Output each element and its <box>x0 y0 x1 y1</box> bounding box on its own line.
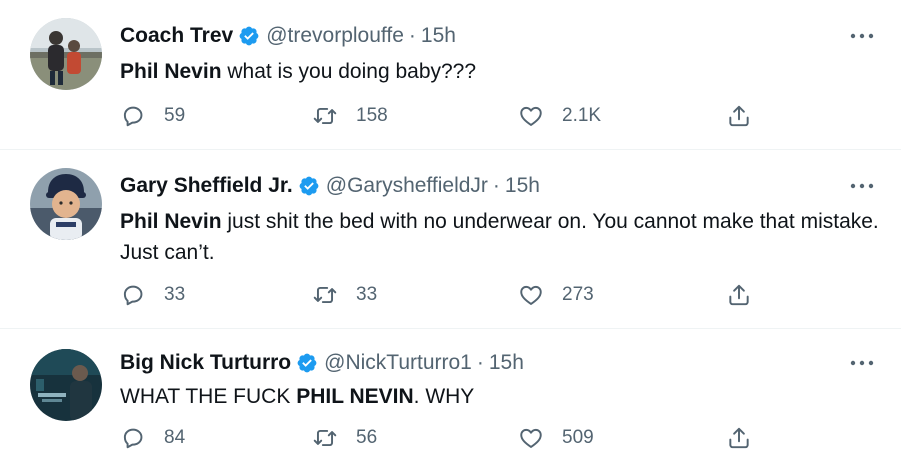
share-button[interactable] <box>726 423 752 453</box>
reply-bubble-icon <box>120 425 146 451</box>
tweet-header: Coach Trev @trevorplouffe · 15h <box>120 22 456 50</box>
tweet-text-post: . WHY <box>413 385 475 408</box>
like-button[interactable]: 2.1K <box>518 101 601 131</box>
tweet-feed: Coach Trev @trevorplouffe · 15h Phil Nev… <box>0 0 901 471</box>
mention-bold: Phil Nevin <box>120 60 222 83</box>
avatar-photo <box>30 168 102 240</box>
tweet-card[interactable]: Gary Sheffield Jr. @GarysheffieldJr · 15… <box>0 150 901 329</box>
reply-bubble-icon <box>120 282 146 308</box>
like-button[interactable]: 273 <box>518 280 594 310</box>
mention-bold: PHIL NEVIN <box>296 385 414 408</box>
tweet-header: Gary Sheffield Jr. @GarysheffieldJr · 15… <box>120 172 540 200</box>
author-handle[interactable]: @GarysheffieldJr <box>326 174 488 198</box>
tweet-text: Phil Nevin just shit the bed with no und… <box>120 206 880 268</box>
retweet-button[interactable]: 33 <box>312 280 377 310</box>
separator-dot: · <box>476 351 484 374</box>
verified-badge-icon <box>298 175 320 197</box>
tweet-actions: 59 158 2.1K <box>120 101 760 131</box>
retweet-icon <box>312 425 338 451</box>
retweet-icon <box>312 282 338 308</box>
tweet-text-rest: just shit the bed with no underwear on. … <box>120 210 879 264</box>
verified-badge-icon <box>296 352 318 374</box>
tweet-timestamp[interactable]: 15h <box>489 351 524 375</box>
reply-bubble-icon <box>120 103 146 129</box>
tweet-text: WHAT THE FUCK PHIL NEVIN. WHY <box>120 381 880 412</box>
heart-icon <box>518 282 544 308</box>
reply-count: 84 <box>164 427 186 448</box>
tweet-actions: 84 56 509 <box>120 423 760 453</box>
like-count: 2.1K <box>562 105 602 126</box>
reply-button[interactable]: 33 <box>120 280 185 310</box>
tweet-text-rest: what is you doing baby??? <box>221 60 477 83</box>
share-upload-icon <box>726 425 752 451</box>
author-name[interactable]: Big Nick Turturro <box>120 351 291 375</box>
avatar-photo <box>30 349 102 421</box>
heart-icon <box>518 103 544 129</box>
retweet-button[interactable]: 56 <box>312 423 377 453</box>
separator-dot: · <box>492 174 500 197</box>
avatar[interactable] <box>30 18 102 90</box>
share-button[interactable] <box>726 280 752 310</box>
author-handle[interactable]: @trevorplouffe <box>266 24 404 48</box>
reply-count: 59 <box>164 105 186 126</box>
retweet-count: 56 <box>356 427 378 448</box>
reply-button[interactable]: 59 <box>120 101 185 131</box>
more-dots-icon[interactable] <box>847 174 877 198</box>
separator-dot: · <box>408 24 416 47</box>
share-upload-icon <box>726 282 752 308</box>
mention-bold: Phil Nevin <box>120 210 222 233</box>
tweet-header: Big Nick Turturro @NickTurturro1 · 15h <box>120 349 524 377</box>
verified-badge-icon <box>238 25 260 47</box>
tweet-card[interactable]: Coach Trev @trevorplouffe · 15h Phil Nev… <box>0 0 901 150</box>
like-count: 509 <box>562 427 594 448</box>
share-upload-icon <box>726 103 752 129</box>
reply-count: 33 <box>164 284 186 305</box>
more-dots-icon[interactable] <box>847 351 877 375</box>
like-count: 273 <box>562 284 594 305</box>
more-dots-icon[interactable] <box>847 24 877 48</box>
avatar-photo <box>30 18 102 90</box>
tweet-text: Phil Nevin what is you doing baby??? <box>120 56 880 87</box>
like-button[interactable]: 509 <box>518 423 594 453</box>
retweet-count: 33 <box>356 284 378 305</box>
retweet-icon <box>312 103 338 129</box>
tweet-timestamp[interactable]: 15h <box>421 24 456 48</box>
retweet-count: 158 <box>356 105 388 126</box>
share-button[interactable] <box>726 101 752 131</box>
tweet-actions: 33 33 273 <box>120 280 760 310</box>
tweet-text-pre: WHAT THE FUCK <box>120 385 297 408</box>
avatar[interactable] <box>30 168 102 240</box>
author-handle[interactable]: @NickTurturro1 <box>324 351 472 375</box>
reply-button[interactable]: 84 <box>120 423 185 453</box>
author-name[interactable]: Coach Trev <box>120 24 233 48</box>
avatar[interactable] <box>30 349 102 421</box>
tweet-timestamp[interactable]: 15h <box>505 174 540 198</box>
retweet-button[interactable]: 158 <box>312 101 388 131</box>
heart-icon <box>518 425 544 451</box>
tweet-card[interactable]: Big Nick Turturro @NickTurturro1 · 15h W… <box>0 329 901 471</box>
author-name[interactable]: Gary Sheffield Jr. <box>120 174 293 198</box>
